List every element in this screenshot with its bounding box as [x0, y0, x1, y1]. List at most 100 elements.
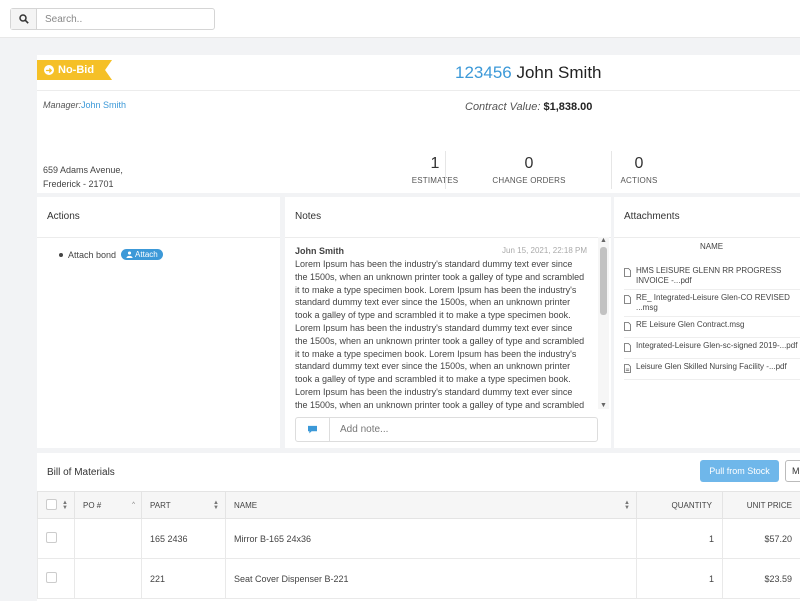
attachment-item[interactable]: HMS LEISURE GLENN RR PROGRESS INVOICE -.…: [624, 263, 800, 290]
customer-name: John Smith: [516, 63, 602, 82]
attachments-panel: Attachments NAME HMS LEISURE GLENN RR PR…: [614, 197, 800, 448]
sort-icon[interactable]: ▲ ▼: [624, 500, 630, 511]
attach-button-label: Attach: [135, 250, 158, 259]
row-checkbox[interactable]: [46, 572, 57, 583]
comment-icon: [296, 418, 330, 441]
attachment-item[interactable]: Leisure Glen Skilled Nursing Facility -.…: [624, 359, 800, 380]
bullet-icon: [59, 252, 63, 257]
pull-from-stock-button[interactable]: Pull from Stock: [700, 460, 779, 482]
file-icon: [624, 341, 636, 355]
attachment-name: RE_ Integrated-Leisure Glen-CO REVISED .…: [636, 293, 790, 312]
project-number: 123456: [455, 63, 512, 82]
attachment-item[interactable]: RE_ Integrated-Leisure Glen-CO REVISED .…: [624, 290, 800, 317]
search-box: [10, 8, 215, 30]
column-header-label: UNIT PRICE: [746, 500, 792, 510]
select-all-header: ▲ ▼: [37, 491, 75, 519]
status-badge: ➜ No-Bid: [37, 60, 112, 80]
address-line-1: 659 Adams Avenue,: [43, 165, 123, 175]
action-item: Attach bond Attach: [59, 249, 163, 260]
page-title: 123456 John Smith: [455, 63, 602, 83]
user-icon: [126, 251, 133, 258]
panel-title: Bill of Materials: [47, 467, 115, 478]
table-header-row: ▲ ▼ PO # ^ PART ▲ ▼ NAME ▲ ▼ QUANTITY UNIT PRI…: [37, 491, 800, 519]
address-line-2: Frederick - 21701: [43, 179, 114, 189]
search-input[interactable]: [37, 9, 207, 29]
note-date: Jun 15, 2021, 22:18 PM: [502, 246, 587, 255]
attachment-name: RE Leisure Glen Contract.msg: [636, 320, 745, 329]
quantity-cell: 1: [636, 518, 723, 559]
notes-panel: Notes John Smith Jun 15, 2021, 22:18 PM …: [285, 197, 611, 448]
search-icon: [18, 14, 29, 24]
attachments-column-header: NAME: [700, 242, 724, 251]
sort-icon[interactable]: ▲ ▼: [213, 500, 219, 511]
pdf-icon: [624, 362, 636, 376]
stat-change-orders[interactable]: 0 CHANGE ORDERS: [473, 155, 585, 189]
row-checkbox[interactable]: [46, 532, 57, 543]
column-header-part[interactable]: PART ▲ ▼: [141, 491, 226, 519]
contract-label: Contract Value:: [465, 101, 541, 113]
sort-icon[interactable]: ▲ ▼: [62, 500, 68, 511]
stat-label: CHANGE ORDERS: [492, 176, 566, 185]
column-header-quantity[interactable]: QUANTITY: [636, 491, 723, 519]
divider: [37, 237, 280, 238]
name-cell: Seat Cover Dispenser B-221: [225, 558, 637, 599]
top-bar: [0, 0, 800, 38]
column-header-label: QUANTITY: [671, 500, 712, 510]
status-badge-label: No-Bid: [58, 64, 95, 76]
note-author: John Smith: [295, 246, 344, 256]
stat-actions[interactable]: 0 ACTIONS: [609, 155, 669, 189]
unit-price-cell: $23.59: [722, 558, 800, 599]
column-header-label: NAME: [234, 500, 258, 510]
panel-title: Notes: [295, 211, 322, 222]
part-cell: 165 2436: [141, 518, 226, 559]
column-header-po[interactable]: PO # ^: [74, 491, 142, 519]
divider: [285, 237, 611, 238]
panel-title: Actions: [47, 211, 80, 222]
select-all-checkbox[interactable]: [46, 498, 57, 510]
table-row[interactable]: 165 2436 Mirror B-165 24x36 1 $57.20: [37, 518, 800, 559]
stat-label: ACTIONS: [620, 176, 658, 185]
project-header: ➜ No-Bid 123456 John Smith Manager:John …: [37, 55, 800, 193]
more-button[interactable]: M: [785, 460, 800, 482]
attach-button[interactable]: Attach: [121, 249, 163, 260]
quantity-cell: 1: [636, 558, 723, 599]
attachment-name: Integrated-Leisure Glen-sc-signed 2019-.…: [636, 341, 798, 350]
attachments-list: HMS LEISURE GLENN RR PROGRESS INVOICE -.…: [624, 263, 800, 380]
search-button[interactable]: [11, 9, 37, 29]
column-header-name[interactable]: NAME ▲ ▼: [225, 491, 637, 519]
table-row[interactable]: 221 Seat Cover Dispenser B-221 1 $23.59: [37, 558, 800, 599]
scroll-down-icon[interactable]: ▼: [600, 402, 607, 409]
bill-of-materials-panel: Bill of Materials Pull from Stock M ▲ ▼ P…: [37, 453, 800, 601]
attachment-name: Leisure Glen Skilled Nursing Facility -.…: [636, 362, 787, 371]
arrow-right-icon: ➜: [45, 65, 53, 75]
panel-title: Attachments: [624, 211, 680, 222]
sort-asc-icon[interactable]: ^: [132, 502, 135, 508]
attachment-item[interactable]: RE Leisure Glen Contract.msg: [624, 317, 800, 338]
add-note-box: [295, 417, 598, 442]
divider: [445, 151, 446, 189]
attachment-name: HMS LEISURE GLENN RR PROGRESS INVOICE -.…: [636, 266, 782, 285]
column-header-label: PO #: [83, 500, 102, 510]
note-header: John Smith Jun 15, 2021, 22:18 PM: [295, 246, 587, 256]
bom-table: ▲ ▼ PO # ^ PART ▲ ▼ NAME ▲ ▼ QUANTITY UNIT PRI…: [37, 491, 800, 599]
manager-label: Manager:: [43, 100, 82, 110]
row-checkbox-cell: [37, 518, 75, 559]
divider: [614, 237, 800, 238]
po-cell: [74, 558, 142, 599]
attachment-item[interactable]: Integrated-Leisure Glen-sc-signed 2019-.…: [624, 338, 800, 359]
column-header-label: PART: [150, 500, 171, 510]
action-item-label: Attach bond: [68, 249, 117, 260]
add-note-input[interactable]: [330, 418, 595, 441]
divider: [37, 90, 800, 91]
file-icon: [624, 293, 636, 313]
address: 659 Adams Avenue, Frederick - 21701: [43, 163, 123, 191]
stat-value: 0: [524, 155, 534, 172]
file-icon: [624, 266, 636, 286]
contract-value: Contract Value: $1,838.00: [465, 101, 592, 113]
manager-link[interactable]: John Smith: [81, 100, 126, 110]
scroll-up-icon[interactable]: ▲: [600, 237, 607, 244]
scroll-thumb[interactable]: [600, 247, 607, 315]
notes-scrollbar[interactable]: ▲ ▼: [598, 237, 609, 409]
column-header-unit-price[interactable]: UNIT PRICE: [722, 491, 800, 519]
stat-value: 0: [634, 155, 644, 172]
